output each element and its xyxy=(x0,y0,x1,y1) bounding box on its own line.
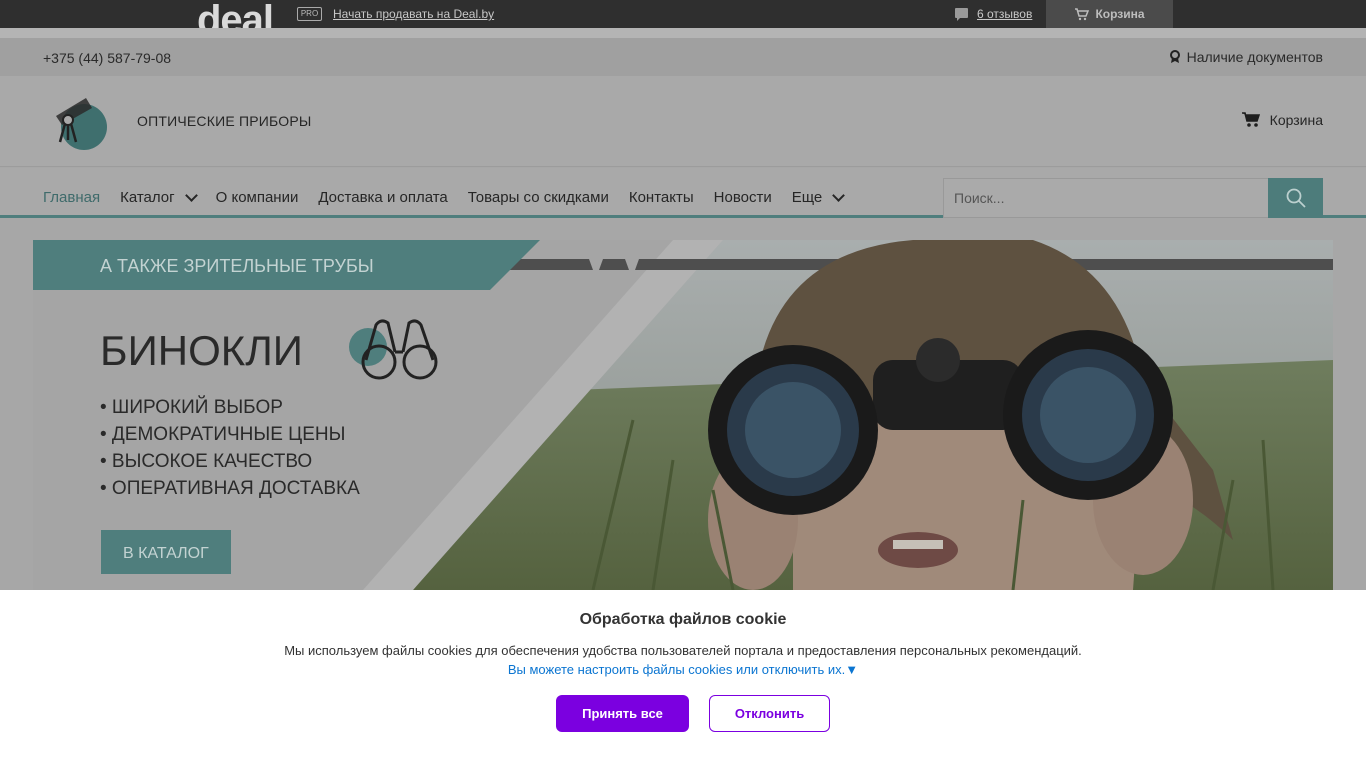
site-content: +375 (44) 587-79-08 Наличие документов О… xyxy=(0,28,1366,590)
deal-logo[interactable]: deal xyxy=(197,0,273,28)
site-header: ОПТИЧЕСКИЕ ПРИБОРЫ Корзина xyxy=(0,76,1366,167)
banner-catalog-label: В КАТАЛОГ xyxy=(123,545,209,562)
pro-badge: PRO xyxy=(297,7,322,21)
search-input[interactable]: Поиск... xyxy=(943,178,1269,218)
documents-link[interactable]: Наличие документов xyxy=(1169,49,1323,65)
deal-top-bar: deal PRO Начать продавать на Deal.by 6 о… xyxy=(0,0,1366,28)
hero-banner[interactable]: А ТАКЖЕ ЗРИТЕЛЬНЫЕ ТРУБЫ БИНОКЛИ • ШИРОК… xyxy=(33,240,1333,590)
reviews-link[interactable]: 6 отзывов xyxy=(955,7,1032,21)
search-button[interactable] xyxy=(1268,178,1323,218)
banner-bullet: • ДЕМОКРАТИЧНЫЕ ЦЕНЫ xyxy=(100,424,345,445)
top-cart-button[interactable]: Корзина xyxy=(1046,0,1173,28)
cart-icon xyxy=(1075,7,1090,20)
nav-item-home[interactable]: Главная xyxy=(43,189,100,206)
accept-all-button[interactable]: Принять все xyxy=(556,695,689,732)
cookie-title: Обработка файлов cookie xyxy=(579,611,787,628)
chevron-down-icon xyxy=(184,188,198,202)
documents-label: Наличие документов xyxy=(1186,49,1323,65)
start-selling-link[interactable]: Начать продавать на Deal.by xyxy=(333,7,494,21)
header-cart-link[interactable]: Корзина xyxy=(1241,112,1323,128)
banner-bullet: • ОПЕРАТИВНАЯ ДОСТАВКА xyxy=(100,478,360,499)
banner-bullet: • ВЫСОКОЕ КАЧЕСТВО xyxy=(100,451,312,472)
telescope-logo-icon[interactable] xyxy=(50,92,110,152)
cart-icon xyxy=(1241,112,1260,127)
top-cart-label: Корзина xyxy=(1095,7,1145,21)
nav-item-discounts[interactable]: Товары со скидками xyxy=(468,189,609,206)
search-icon xyxy=(1286,188,1306,208)
nav-item-delivery[interactable]: Доставка и оплата xyxy=(318,189,447,206)
contact-bar: +375 (44) 587-79-08 Наличие документов xyxy=(0,28,1366,76)
award-icon xyxy=(1169,50,1180,63)
cookie-consent-panel: Обработка файлов cookie Мы используем фа… xyxy=(0,590,1366,768)
phone-number[interactable]: +375 (44) 587-79-08 xyxy=(43,50,171,66)
nav-item-more[interactable]: Еще xyxy=(792,188,846,206)
main-navigation: Главная Каталог О компании Доставка и оп… xyxy=(0,168,1366,218)
nav-item-catalog[interactable]: Каталог xyxy=(120,188,198,206)
cookie-description: Мы используем файлы cookies для обеспече… xyxy=(284,643,1082,658)
banner-bullet: • ШИРОКИЙ ВЫБОР xyxy=(100,396,283,418)
banner-title: БИНОКЛИ xyxy=(100,327,303,374)
decline-button[interactable]: Отклонить xyxy=(709,695,830,732)
site-brand-name[interactable]: ОПТИЧЕСКИЕ ПРИБОРЫ xyxy=(137,113,312,129)
comment-icon xyxy=(955,7,968,21)
nav-item-news[interactable]: Новости xyxy=(714,189,772,206)
cookie-settings-link[interactable]: Вы можете настроить файлы cookies или от… xyxy=(0,662,1366,677)
nav-item-contacts[interactable]: Контакты xyxy=(629,189,694,206)
banner-ribbon: А ТАКЖЕ ЗРИТЕЛЬНЫЕ ТРУБЫ xyxy=(100,256,374,276)
chevron-down-icon xyxy=(832,188,846,202)
banner-image: А ТАКЖЕ ЗРИТЕЛЬНЫЕ ТРУБЫ БИНОКЛИ • ШИРОК… xyxy=(33,240,1333,590)
reviews-count[interactable]: 6 отзывов xyxy=(977,7,1032,21)
nav-item-about[interactable]: О компании xyxy=(216,189,299,206)
header-cart-label: Корзина xyxy=(1269,112,1323,128)
